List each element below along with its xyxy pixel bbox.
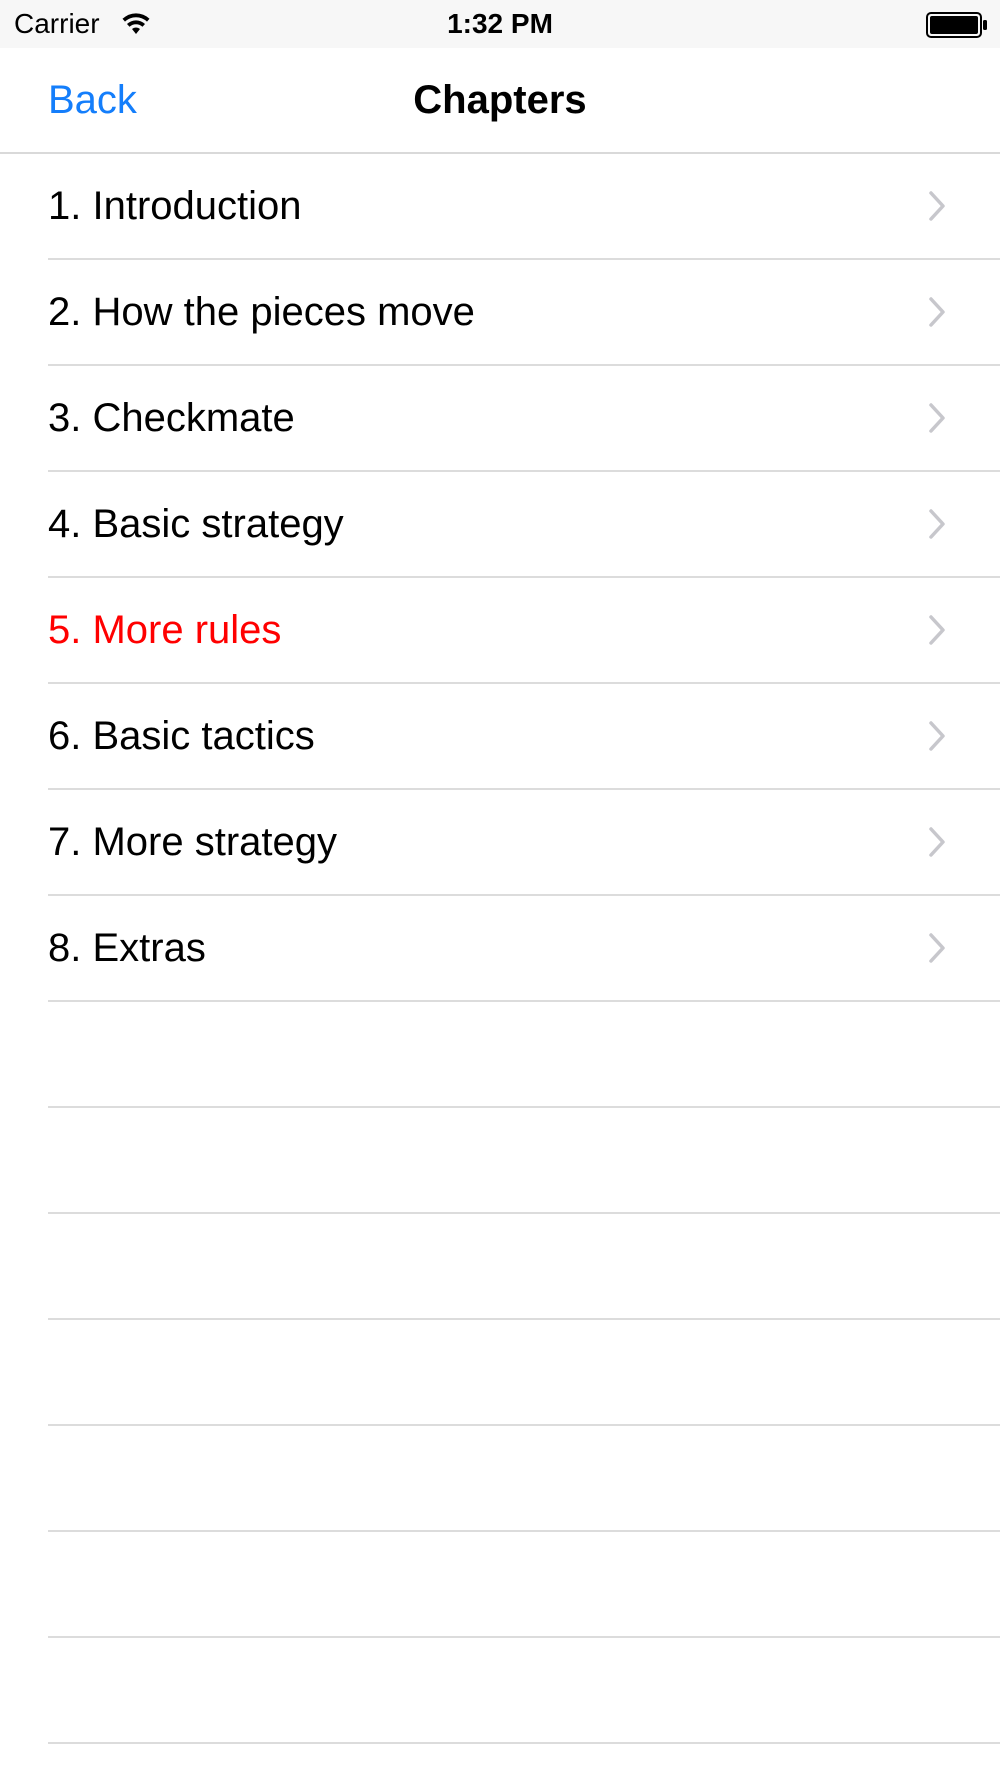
chevron-right-icon bbox=[929, 721, 945, 751]
chapter-row-more-rules[interactable]: 5. More rules bbox=[0, 578, 1000, 684]
empty-row bbox=[0, 1638, 1000, 1744]
chevron-right-icon bbox=[929, 615, 945, 645]
empty-row bbox=[0, 1532, 1000, 1638]
chevron-right-icon bbox=[929, 403, 945, 433]
chapter-row-more-strategy[interactable]: 7. More strategy bbox=[0, 790, 1000, 896]
chapter-label: 3. Checkmate bbox=[48, 396, 295, 440]
page-title: Chapters bbox=[413, 78, 587, 122]
chapter-row-basic-tactics[interactable]: 6. Basic tactics bbox=[0, 684, 1000, 790]
chevron-right-icon bbox=[929, 827, 945, 857]
screen: Carrier 1:32 PM Back Chapters 1. Introdu… bbox=[0, 0, 1000, 1778]
empty-row bbox=[0, 1426, 1000, 1532]
status-bar: Carrier 1:32 PM bbox=[0, 0, 1000, 48]
chapter-label: 1. Introduction bbox=[48, 184, 302, 228]
chevron-right-icon bbox=[929, 297, 945, 327]
chapter-row-how-the-pieces-move[interactable]: 2. How the pieces move bbox=[0, 260, 1000, 366]
status-time: 1:32 PM bbox=[447, 8, 553, 39]
chapter-row-basic-strategy[interactable]: 4. Basic strategy bbox=[0, 472, 1000, 578]
empty-row bbox=[0, 1108, 1000, 1214]
chevron-right-icon bbox=[929, 191, 945, 221]
chapter-row-introduction[interactable]: 1. Introduction bbox=[0, 154, 1000, 260]
chapter-row-checkmate[interactable]: 3. Checkmate bbox=[0, 366, 1000, 472]
chapter-label: 7. More strategy bbox=[48, 820, 338, 864]
empty-row bbox=[0, 1320, 1000, 1426]
navigation-bar: Back Chapters bbox=[0, 48, 1000, 154]
battery-icon bbox=[926, 12, 987, 38]
chapter-label: 5. More rules bbox=[48, 608, 282, 652]
empty-row bbox=[0, 1214, 1000, 1320]
chapter-label: 2. How the pieces move bbox=[48, 290, 475, 334]
empty-row bbox=[0, 1002, 1000, 1108]
chapter-label: 8. Extras bbox=[48, 926, 206, 970]
chevron-right-icon bbox=[929, 933, 945, 963]
chapter-label: 6. Basic tactics bbox=[48, 714, 315, 758]
chapter-label: 4. Basic strategy bbox=[48, 502, 344, 546]
empty-table-rows bbox=[0, 1002, 1000, 1744]
chapter-list: 1. Introduction 2. How the pieces move 3… bbox=[0, 154, 1000, 1002]
chapter-row-extras[interactable]: 8. Extras bbox=[0, 896, 1000, 1002]
chevron-right-icon bbox=[929, 509, 945, 539]
